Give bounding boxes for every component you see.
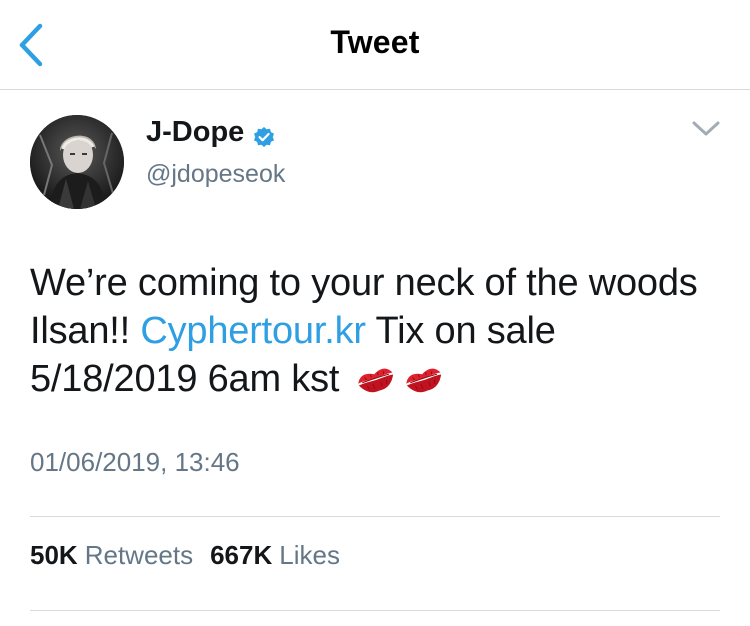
chevron-down-icon [692,121,720,136]
more-options-button[interactable] [690,118,722,140]
kiss-mark-icon [402,361,446,395]
page-title: Tweet [330,24,420,60]
navigation-bar: Tweet [0,0,750,90]
tweet-link[interactable]: Cyphertour.kr [140,310,366,352]
tweet-stats: 50K Retweets 667K Likes [30,540,357,571]
tweet-timestamp: 01/06/2019, 13:46 [30,447,240,477]
retweets-count[interactable]: 50K [30,540,78,571]
likes-label[interactable]: Likes [279,540,340,571]
kiss-mark-icon [354,361,398,395]
verified-badge-icon [253,123,275,147]
divider [30,516,720,517]
author-name-text: J-Dope [146,116,245,148]
divider [30,610,720,611]
retweets-label[interactable]: Retweets [85,540,193,571]
likes-count[interactable]: 667K [210,540,272,571]
author-handle[interactable]: @jdopeseok [146,160,285,189]
profile-photo [30,115,124,209]
avatar[interactable] [30,115,124,209]
author-name[interactable]: J-Dope [146,116,275,149]
tweet-text: We’re coming to your neck of the woods I… [30,259,730,403]
